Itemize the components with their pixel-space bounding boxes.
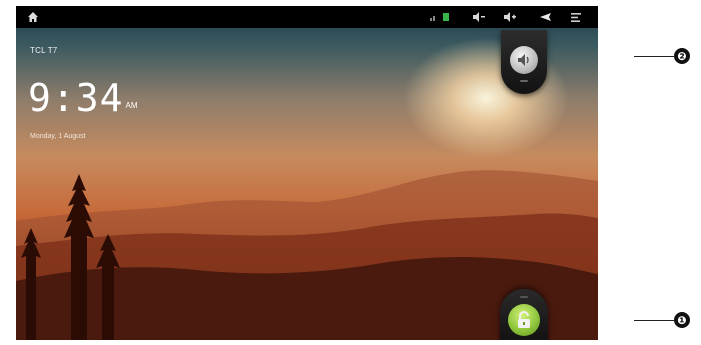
unlock-handle[interactable] xyxy=(500,289,548,340)
volume-up-icon[interactable] xyxy=(502,10,518,24)
device-screen: TCL T7 9:34 AM Monday, 1 August xyxy=(16,6,598,340)
speaker-icon[interactable] xyxy=(510,46,538,74)
sound-toggle-handle[interactable] xyxy=(501,30,547,94)
handle-indicator xyxy=(520,80,528,82)
network-icon xyxy=(441,10,451,24)
home-icon[interactable] xyxy=(26,10,40,24)
callout-number-2: ❷ xyxy=(674,48,690,64)
signal-icon xyxy=(428,10,440,24)
clock-ampm: AM xyxy=(125,101,138,110)
clock: 9:34 AM xyxy=(28,76,138,120)
share-icon[interactable] xyxy=(537,10,553,24)
callout-line-1 xyxy=(634,320,674,321)
status-bar xyxy=(16,6,598,28)
volume-down-icon[interactable] xyxy=(471,10,487,24)
carrier-label: TCL T7 xyxy=(30,46,58,55)
callout-line-2 xyxy=(634,56,674,57)
clock-time: 9:34 xyxy=(28,76,124,120)
callout-number-1: ❶ xyxy=(674,312,690,328)
menu-icon[interactable] xyxy=(569,10,583,24)
unlock-padlock-icon[interactable] xyxy=(508,304,540,336)
handle-indicator xyxy=(520,296,528,298)
date-label: Monday, 1 August xyxy=(30,133,86,140)
